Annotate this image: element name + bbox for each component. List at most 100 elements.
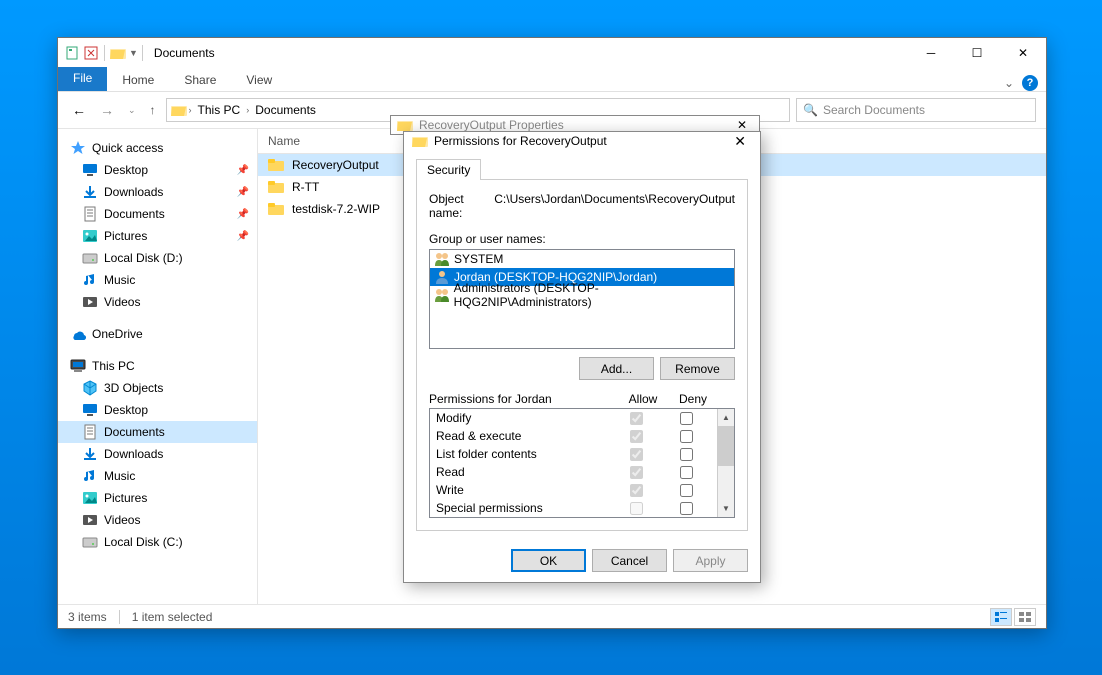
- pin-icon: 📌: [237, 231, 249, 242]
- ok-button[interactable]: OK: [511, 549, 586, 572]
- view-large-button[interactable]: [1014, 608, 1036, 626]
- scroll-thumb[interactable]: [718, 426, 734, 466]
- nav-item-desktop[interactable]: Desktop📌: [58, 159, 257, 181]
- allow-checkbox[interactable]: [630, 484, 643, 497]
- disk-icon: [82, 534, 98, 550]
- search-input[interactable]: 🔍 Search Documents: [796, 98, 1036, 122]
- nav-back-button[interactable]: ←: [68, 102, 90, 118]
- nav-item-local-disk-d-[interactable]: Local Disk (D:): [58, 247, 257, 269]
- deny-checkbox[interactable]: [680, 466, 693, 479]
- allow-checkbox[interactable]: [630, 430, 643, 443]
- deny-checkbox[interactable]: [680, 448, 693, 461]
- qat-dropdown-icon[interactable]: ▼: [129, 48, 138, 58]
- nav-recent-dropdown[interactable]: ⌄: [124, 105, 140, 116]
- help-icon[interactable]: ?: [1022, 75, 1038, 91]
- allow-checkbox[interactable]: [630, 466, 643, 479]
- qat-new-folder-icon[interactable]: [82, 44, 100, 62]
- window-title: Documents: [154, 46, 215, 60]
- nav-item-downloads[interactable]: Downloads📌: [58, 181, 257, 203]
- breadcrumb[interactable]: Documents: [251, 103, 320, 117]
- nav-item-desktop[interactable]: Desktop: [58, 399, 257, 421]
- tab-view[interactable]: View: [231, 69, 287, 91]
- close-icon[interactable]: ✕: [731, 118, 753, 132]
- user-icon: [434, 287, 450, 303]
- nav-up-button[interactable]: ↑: [146, 103, 160, 117]
- deny-checkbox[interactable]: [680, 484, 693, 497]
- apply-button[interactable]: Apply: [673, 549, 748, 572]
- ribbon-tabs: File Home Share View ⌄ ?: [58, 68, 1046, 92]
- close-button[interactable]: ✕: [1000, 38, 1046, 68]
- folder-icon: [171, 102, 187, 118]
- user-row[interactable]: SYSTEM: [430, 250, 734, 268]
- tab-file[interactable]: File: [58, 67, 107, 91]
- nav-item-pictures[interactable]: Pictures📌: [58, 225, 257, 247]
- object-name-label: Object name:: [429, 192, 474, 220]
- tab-security[interactable]: Security: [416, 159, 481, 180]
- pin-icon: 📌: [237, 165, 249, 176]
- permission-row: Read & execute: [430, 427, 717, 445]
- view-details-button[interactable]: [990, 608, 1012, 626]
- folder-icon: [268, 179, 284, 195]
- tab-share[interactable]: Share: [169, 69, 231, 91]
- user-list[interactable]: SYSTEMJordan (DESKTOP-HQG2NIP\Jordan)Adm…: [429, 249, 735, 349]
- dialog-titlebar[interactable]: Permissions for RecoveryOutput ✕: [404, 132, 760, 150]
- music-icon: [82, 272, 98, 288]
- permission-row: Modify: [430, 409, 717, 427]
- status-count: 3 items: [68, 610, 107, 624]
- dialog-title: Permissions for RecoveryOutput: [434, 134, 607, 148]
- nav-item-local-disk-c-[interactable]: Local Disk (C:): [58, 531, 257, 553]
- group-user-label: Group or user names:: [429, 232, 735, 246]
- cancel-button[interactable]: Cancel: [592, 549, 667, 572]
- add-button[interactable]: Add...: [579, 357, 654, 380]
- folder-icon: [268, 157, 284, 173]
- qat-properties-icon[interactable]: [63, 44, 81, 62]
- ribbon-expand-icon[interactable]: ⌄: [1004, 76, 1014, 90]
- deny-checkbox[interactable]: [680, 430, 693, 443]
- folder-icon: [268, 201, 284, 217]
- tab-home[interactable]: Home: [107, 69, 169, 91]
- user-icon: [434, 269, 450, 285]
- pictures-icon: [82, 490, 98, 506]
- nav-item-downloads[interactable]: Downloads: [58, 443, 257, 465]
- minimize-button[interactable]: ─: [908, 38, 954, 68]
- videos-icon: [82, 294, 98, 310]
- allow-checkbox[interactable]: [630, 502, 643, 515]
- permissions-list[interactable]: ModifyRead & executeList folder contents…: [430, 409, 717, 517]
- nav-item-music[interactable]: Music: [58, 269, 257, 291]
- nav-this-pc[interactable]: This PC: [58, 355, 257, 377]
- permission-row: Write: [430, 481, 717, 499]
- nav-item-documents[interactable]: Documents📌: [58, 203, 257, 225]
- user-row[interactable]: Administrators (DESKTOP-HQG2NIP\Administ…: [430, 286, 734, 304]
- disk-icon: [82, 250, 98, 266]
- nav-onedrive[interactable]: OneDrive: [58, 323, 257, 345]
- tab-panel: Object name: C:\Users\Jordan\Documents\R…: [416, 179, 748, 531]
- nav-item-3d-objects[interactable]: 3D Objects: [58, 377, 257, 399]
- breadcrumb[interactable]: This PC: [194, 103, 245, 117]
- object-path: C:\Users\Jordan\Documents\RecoveryOutput: [494, 192, 735, 220]
- tab-strip: Security: [416, 158, 748, 179]
- scroll-down-button[interactable]: ▼: [718, 500, 734, 517]
- folder-icon: [412, 133, 428, 149]
- nav-item-pictures[interactable]: Pictures: [58, 487, 257, 509]
- remove-button[interactable]: Remove: [660, 357, 735, 380]
- deny-checkbox[interactable]: [680, 412, 693, 425]
- maximize-button[interactable]: ☐: [954, 38, 1000, 68]
- scrollbar[interactable]: ▲ ▼: [717, 409, 734, 517]
- scroll-up-button[interactable]: ▲: [718, 409, 734, 426]
- nav-item-videos[interactable]: Videos: [58, 291, 257, 313]
- pin-icon: 📌: [237, 209, 249, 220]
- nav-forward-button[interactable]: →: [96, 102, 118, 118]
- nav-item-music[interactable]: Music: [58, 465, 257, 487]
- titlebar[interactable]: ▼ Documents ─ ☐ ✕: [58, 38, 1046, 68]
- nav-quick-access[interactable]: Quick access: [58, 137, 257, 159]
- nav-pane[interactable]: Quick access Desktop📌Downloads📌Documents…: [58, 129, 258, 604]
- nav-item-documents[interactable]: Documents: [58, 421, 257, 443]
- documents-icon: [82, 206, 98, 222]
- close-icon[interactable]: ✕: [728, 133, 752, 150]
- allow-checkbox[interactable]: [630, 448, 643, 461]
- documents-icon: [82, 424, 98, 440]
- nav-item-videos[interactable]: Videos: [58, 509, 257, 531]
- desktop-icon: [82, 402, 98, 418]
- deny-checkbox[interactable]: [680, 502, 693, 515]
- allow-checkbox[interactable]: [630, 412, 643, 425]
